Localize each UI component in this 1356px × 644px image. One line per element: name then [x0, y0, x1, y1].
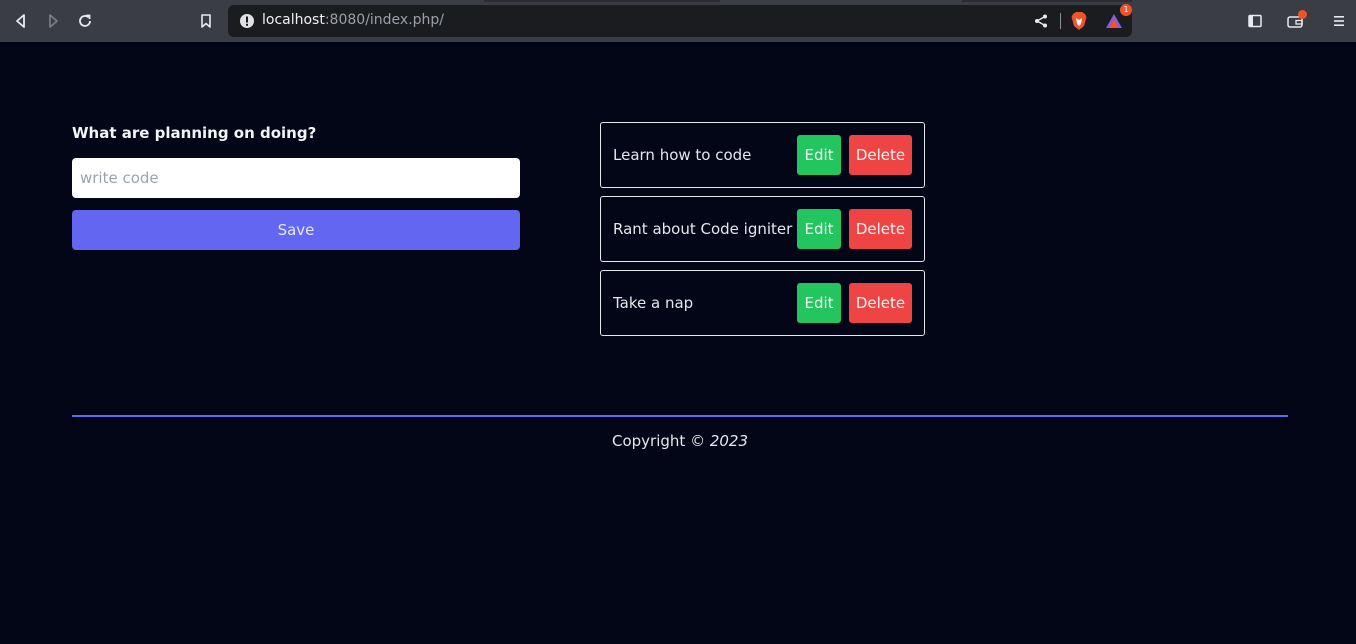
url-text[interactable]: localhost:8080/index.php/ [262, 12, 444, 28]
rewards-icon[interactable]: 1 [1101, 4, 1132, 34]
task-input[interactable] [72, 158, 520, 198]
share-icon[interactable] [1028, 8, 1054, 34]
save-button[interactable]: Save [72, 210, 520, 250]
url-path: :8080/index.php/ [324, 12, 445, 28]
todo-item: Learn how to code Edit Delete [600, 122, 925, 188]
wallet-icon[interactable] [1282, 8, 1308, 34]
reload-icon[interactable] [72, 8, 98, 34]
footer-divider [72, 415, 1288, 417]
delete-button[interactable]: Delete [849, 283, 912, 323]
edit-button[interactable]: Edit [797, 135, 841, 175]
todo-text: Take a nap [613, 294, 694, 312]
todo-item: Take a nap Edit Delete [600, 270, 925, 336]
wallet-notification-dot [1298, 10, 1307, 19]
todo-item: Rant about Code igniter Edit Delete [600, 196, 925, 262]
edit-button[interactable]: Edit [797, 283, 841, 323]
edit-button[interactable]: Edit [797, 209, 841, 249]
bookmark-icon[interactable] [193, 8, 219, 34]
footer: Copyright © 2023 [72, 432, 1288, 450]
todo-text: Rant about Code igniter [613, 220, 793, 238]
delete-button[interactable]: Delete [849, 135, 912, 175]
tab-indicator [962, 0, 1132, 2]
delete-button[interactable]: Delete [849, 209, 912, 249]
sidebar-icon[interactable] [1242, 8, 1268, 34]
divider [1060, 13, 1061, 29]
address-bar[interactable]: localhost:8080/index.php/ 1 [228, 4, 1132, 37]
task-prompt-label: What are planning on doing? [72, 124, 317, 142]
tab-indicator [484, 0, 720, 2]
brave-shields-icon[interactable] [1066, 8, 1092, 34]
todo-list: Learn how to code Edit Delete Rant about… [600, 122, 925, 344]
todo-text: Learn how to code [613, 146, 752, 164]
forward-icon[interactable] [40, 8, 66, 34]
back-icon[interactable] [8, 8, 34, 34]
url-host: localhost [262, 12, 325, 28]
copyright-year: © 2023 [690, 432, 749, 450]
browser-toolbar: localhost:8080/index.php/ 1 [0, 0, 1356, 42]
rewards-badge: 1 [1120, 4, 1132, 16]
copyright-text: Copyright [611, 432, 686, 450]
site-info-icon[interactable] [234, 8, 260, 34]
menu-icon[interactable] [1326, 8, 1352, 34]
